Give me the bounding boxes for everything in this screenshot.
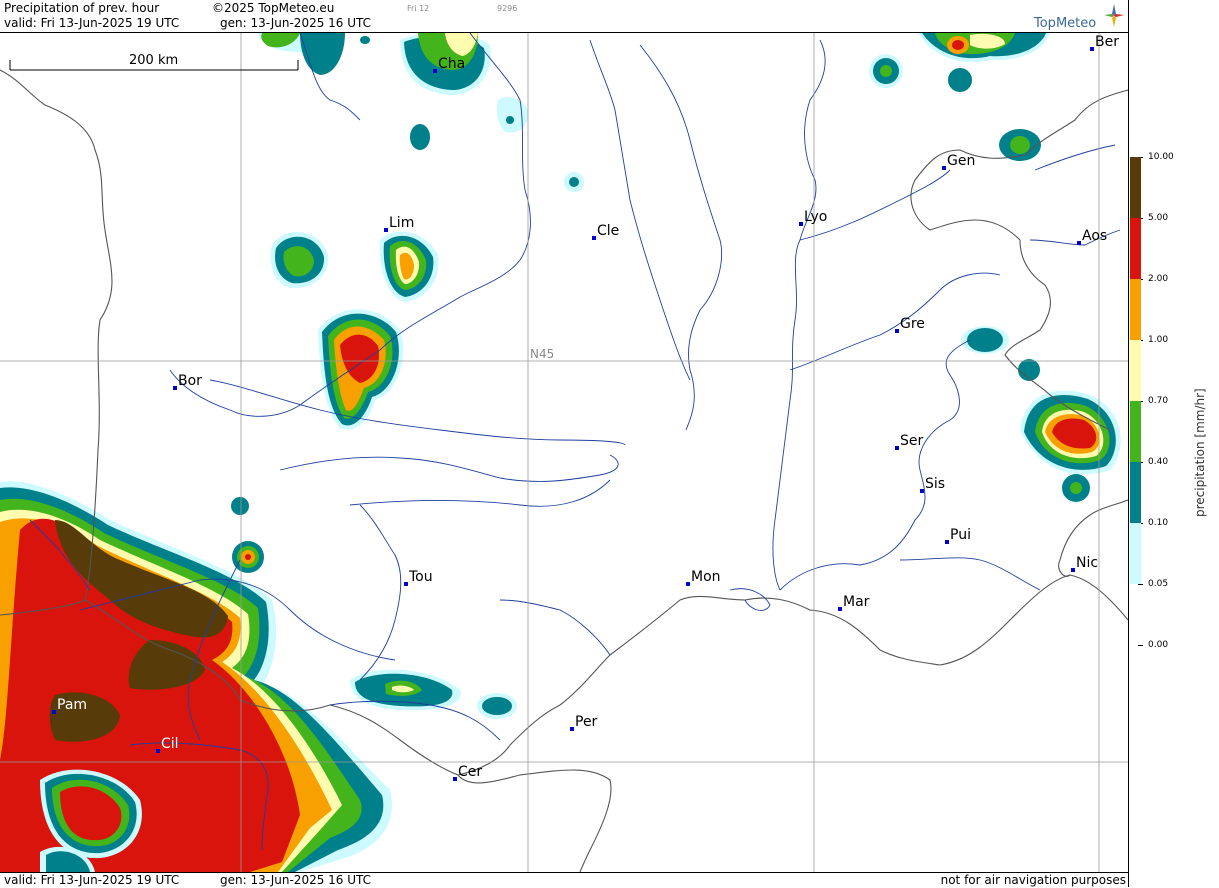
map-footer: valid: Fri 13-Jun-2025 19 UTC gen: 13-Ju…	[0, 872, 1128, 888]
city-label: Ber	[1095, 34, 1119, 50]
city-marker	[570, 727, 574, 731]
product-title: Precipitation of prev. hour	[4, 1, 160, 15]
city-marker	[838, 607, 842, 611]
city-marker	[156, 749, 160, 753]
map-header: Precipitation of prev. hour ©2025 TopMet…	[0, 0, 1128, 33]
city-label: Nic	[1076, 555, 1098, 571]
legend-color-band	[1130, 279, 1141, 340]
footer-valid-time: valid: Fri 13-Jun-2025 19 UTC	[4, 873, 180, 887]
city-label: Mon	[691, 569, 721, 585]
latitude-label: N45	[530, 347, 554, 361]
legend-tick	[1138, 645, 1143, 646]
legend-color-band	[1130, 401, 1141, 462]
city-label: Sis	[925, 476, 945, 492]
city-marker	[1077, 241, 1081, 245]
map-code: 9296	[497, 4, 518, 13]
city-label: Gen	[947, 153, 975, 169]
city-marker	[686, 582, 690, 586]
navigation-disclaimer: not for air navigation purposes	[940, 873, 1126, 887]
footer-gen-time: gen: 13-Jun-2025 16 UTC	[220, 873, 372, 887]
city-marker	[404, 582, 408, 586]
city-label: Tou	[408, 569, 433, 585]
city-label: Cil	[161, 736, 179, 752]
brand-name: TopMeteo	[1034, 16, 1097, 31]
city-label: Mar	[843, 594, 870, 610]
city-marker	[799, 222, 803, 226]
city-label: Ser	[900, 433, 924, 449]
city-label: Lyo	[804, 209, 827, 225]
city-label: Lim	[389, 215, 414, 231]
city-marker	[384, 228, 388, 232]
city-marker	[920, 489, 924, 493]
legend-level-label: 1.00	[1148, 335, 1169, 345]
legend-level-label: 2.00	[1148, 274, 1169, 284]
city-marker	[433, 69, 437, 73]
brand-logo-icon	[1104, 4, 1124, 27]
city-marker	[895, 446, 899, 450]
legend-level-label: 0.70	[1148, 396, 1169, 406]
city-label: Pui	[950, 527, 971, 543]
legend-level-label: 0.10	[1148, 518, 1169, 528]
legend-title: precipitation [mm/hr]	[1193, 388, 1207, 517]
legend-color-band	[1130, 218, 1141, 279]
legend-tick	[1138, 584, 1143, 585]
legend-color-band	[1130, 523, 1141, 584]
city-marker	[1071, 568, 1075, 572]
run-tag: Fri 12	[407, 4, 430, 13]
city-label: Aos	[1082, 228, 1107, 244]
precipitation-map[interactable]: N45 200 km Cha Ber Gen Lim Cle Lyo Aos Gre Bor Se…	[0, 33, 1128, 872]
header-gen-time: gen: 13-Jun-2025 16 UTC	[220, 16, 372, 30]
city-label: Pam	[57, 697, 87, 713]
legend-level-label: 10.00	[1148, 152, 1174, 162]
city-label: Cer	[458, 764, 482, 780]
city-label: Cle	[597, 223, 619, 239]
city-marker	[592, 236, 596, 240]
city-marker	[895, 329, 899, 333]
city-marker	[453, 777, 457, 781]
city-label: Cha	[438, 56, 465, 72]
legend-color-band	[1130, 340, 1141, 401]
legend-color-band	[1130, 462, 1141, 523]
legend-level-label: 0.05	[1148, 579, 1169, 589]
city-marker	[173, 386, 177, 390]
city-label: Gre	[900, 316, 925, 332]
city-marker	[942, 166, 946, 170]
city-marker	[1090, 47, 1094, 51]
legend-level-label: 0.00	[1148, 640, 1169, 650]
city-label: Bor	[178, 373, 202, 389]
legend-level-label: 5.00	[1148, 213, 1169, 223]
scale-bar-label: 200 km	[129, 53, 178, 68]
city-marker	[52, 710, 56, 714]
city-label: Per	[575, 714, 598, 730]
city-marker	[945, 540, 949, 544]
header-valid-time: valid: Fri 13-Jun-2025 19 UTC	[4, 16, 180, 30]
legend-level-label: 0.40	[1148, 457, 1169, 467]
legend-color-band	[1130, 157, 1141, 218]
copyright: ©2025 TopMeteo.eu	[212, 1, 335, 15]
